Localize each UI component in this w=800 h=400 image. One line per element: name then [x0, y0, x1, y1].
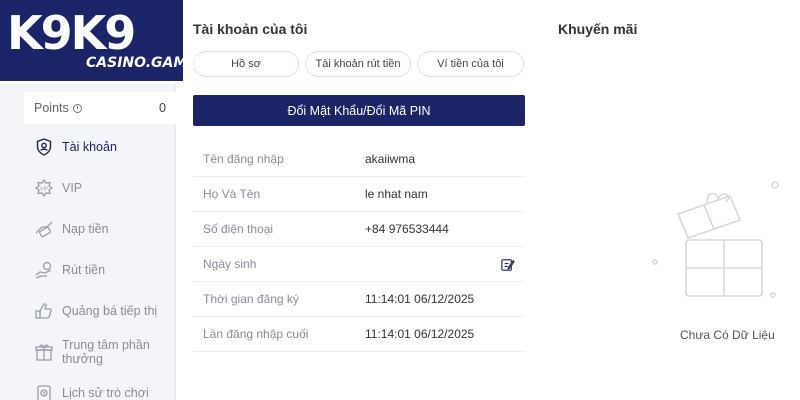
row-value: 11:14:01 06/12/2025	[365, 327, 475, 341]
table-row: Số điện thoại +84 976533444	[193, 212, 525, 247]
points-bar: Points 0	[24, 92, 176, 124]
logo-subtitle: CASINO.GAMES	[86, 55, 207, 71]
svg-text:VIP: VIP	[40, 186, 48, 192]
tab-my-wallet[interactable]: Ví tiền của tôi	[417, 51, 524, 77]
sidebar-item-label: VIP	[62, 180, 83, 195]
sidebar-item-vip[interactable]: VIP VIP	[24, 167, 176, 208]
sidebar-item-account[interactable]: Tài khoản	[24, 126, 176, 167]
change-password-button[interactable]: Đổi Mật Khẩu/Đổi Mã PIN	[193, 95, 525, 126]
brand-logo[interactable]: K9K9 CASINO.GAMES	[0, 0, 207, 84]
empty-state-text: Chưa Có Dữ Liệu	[680, 328, 775, 342]
tab-withdraw-account[interactable]: Tài khoản rút tiền	[305, 51, 411, 77]
account-title: Tài khoản của tôi	[193, 21, 308, 37]
row-label: Họ Và Tên	[203, 187, 261, 201]
sidebar-item-deposit[interactable]: Nạp tiền	[24, 208, 176, 249]
row-label: Tên đăng nhập	[203, 152, 284, 166]
row-label: Lần đăng nhập cuối	[203, 327, 309, 341]
sidebar-item-history[interactable]: Lịch sử trò chơi	[24, 372, 176, 400]
row-label: Ngày sinh	[203, 257, 257, 271]
sidebar-item-rewards[interactable]: Trung tâm phần thưởng	[24, 331, 176, 372]
row-value: le nhat nam	[365, 187, 428, 201]
promote-icon	[35, 302, 52, 319]
sidebar-item-label: Lịch sử trò chơi	[62, 385, 149, 400]
row-value: +84 976533444	[365, 222, 449, 236]
shield-user-icon	[36, 137, 52, 156]
account-tabs: Hồ sơ Tài khoản rút tiền Ví tiền của tôi	[193, 51, 524, 77]
logo-wordmark: K9K9	[7, 6, 136, 60]
points-label: Points	[34, 101, 69, 115]
sidebar-item-label: Trung tâm phần thưởng	[62, 337, 150, 366]
table-row: Thời gian đăng ký 11:14:01 06/12/2025	[193, 282, 525, 317]
table-row: Ngày sinh	[193, 247, 525, 282]
sidebar-item-withdraw[interactable]: Rút tiền	[24, 249, 176, 290]
sidebar-item-promote[interactable]: Quảng bá tiếp thị	[24, 290, 176, 331]
gift-box-icon	[35, 343, 53, 361]
table-row: Họ Và Tên le nhat nam	[193, 177, 525, 212]
row-value: akaiiwma	[365, 152, 416, 166]
deposit-icon	[35, 221, 53, 237]
tab-profile[interactable]: Hồ sơ	[193, 51, 299, 77]
clock-icon[interactable]	[72, 103, 82, 113]
edit-icon[interactable]	[500, 257, 515, 272]
sidebar-item-label: Nạp tiền	[62, 221, 109, 236]
sidebar-item-label: Rút tiền	[62, 262, 106, 277]
table-row: Tên đăng nhập akaiiwma	[193, 142, 525, 177]
table-row: Lần đăng nhập cuối 11:14:01 06/12/2025	[193, 317, 525, 352]
points-value: 0	[159, 101, 166, 115]
vip-badge-icon: VIP	[34, 178, 54, 197]
profile-info-table: Tên đăng nhập akaiiwma Họ Và Tên le nhat…	[193, 142, 525, 352]
row-label: Thời gian đăng ký	[203, 292, 299, 306]
promotions-title: Khuyến mãi	[558, 21, 638, 37]
row-value: 11:14:01 06/12/2025	[365, 292, 475, 306]
history-icon	[37, 384, 51, 400]
sidebar-item-label: Tài khoản	[62, 139, 117, 154]
empty-gift-icon	[652, 181, 779, 298]
sidebar-menu: Tài khoản VIP VIP Nạp tiền Rút tiền Quản…	[24, 126, 176, 400]
withdraw-icon	[35, 261, 52, 279]
sidebar-item-label: Quảng bá tiếp thị	[62, 303, 158, 318]
row-label: Số điện thoại	[203, 222, 274, 236]
